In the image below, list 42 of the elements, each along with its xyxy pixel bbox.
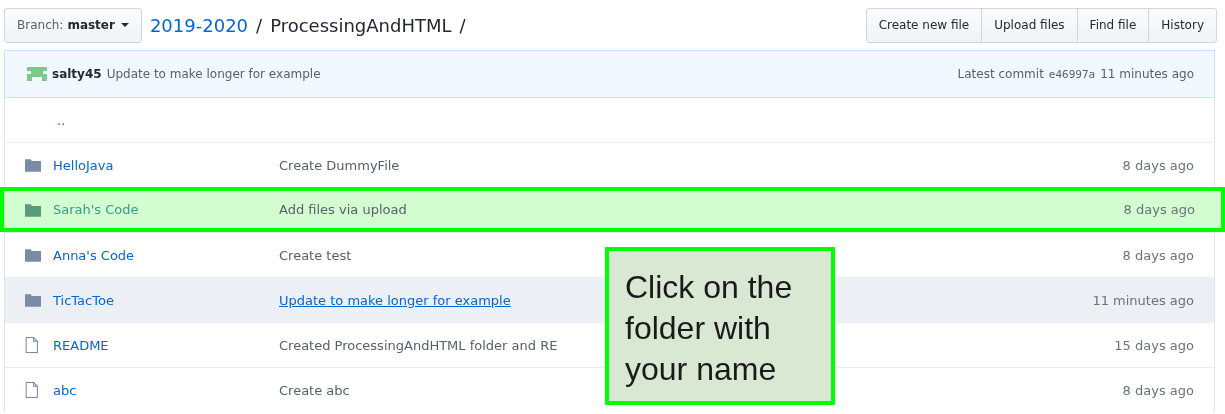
latest-commit-label: Latest commit [957, 67, 1044, 81]
toolbar-button[interactable]: Find file [1076, 7, 1150, 43]
folder-link[interactable]: Sarah's Code [53, 202, 279, 217]
commit-age: 8 days ago [1123, 202, 1195, 217]
file-link[interactable]: README [53, 337, 279, 353]
commit-message: Create DummyFile [279, 157, 400, 173]
commit-message: Created ProcessingAndHTML folder and RE [279, 337, 558, 353]
toolbar-button[interactable]: Create new file [865, 7, 983, 43]
breadcrumb-link[interactable]: 2019-2020 [149, 14, 249, 36]
breadcrumb-separator: / [256, 14, 263, 36]
commit-age: 8 days ago [1122, 382, 1194, 398]
toolbar-button[interactable]: History [1148, 7, 1217, 43]
commit-age: 11 minutes ago [1092, 292, 1194, 308]
folder-icon [25, 293, 41, 307]
parent-directory-link[interactable]: .. [57, 112, 66, 128]
folder-icon [25, 202, 41, 217]
toolbar-button[interactable]: Upload files [981, 7, 1078, 43]
commit-age: 8 days ago [1122, 247, 1194, 263]
commit-age: 8 days ago [1122, 157, 1194, 173]
caret-icon [120, 23, 129, 27]
commit-message: Add files via upload [279, 202, 407, 217]
avatar-icon [27, 67, 47, 81]
commit-sha[interactable]: e46997a [1048, 67, 1096, 81]
branch-dropdown[interactable]: Branch: master [4, 7, 142, 43]
folder-icon [25, 158, 41, 172]
file-link[interactable]: abc [53, 382, 279, 398]
commit-message[interactable]: Update to make longer for example [106, 67, 321, 81]
file-icon [25, 382, 38, 398]
callout-tooltip: Click on the folder with your name [605, 247, 835, 405]
folder-link[interactable]: HelloJava [53, 157, 279, 173]
breadcrumb-separator: / [459, 14, 466, 36]
breadcrumb-current: ProcessingAndHTML [270, 14, 452, 36]
commit-age: 15 days ago [1114, 337, 1194, 353]
folder-link[interactable]: TicTacToe [53, 292, 279, 308]
folder-link[interactable]: Anna's Code [53, 247, 279, 263]
commit-message: Create abc [279, 382, 350, 398]
commit-message: Create test [279, 247, 352, 263]
folder-icon [25, 248, 41, 262]
file-icon [25, 337, 38, 353]
commit-author[interactable]: salty45 [52, 67, 102, 81]
commit-age: 11 minutes ago [1100, 67, 1194, 81]
commit-message-link[interactable]: Update to make longer for example [279, 292, 511, 308]
